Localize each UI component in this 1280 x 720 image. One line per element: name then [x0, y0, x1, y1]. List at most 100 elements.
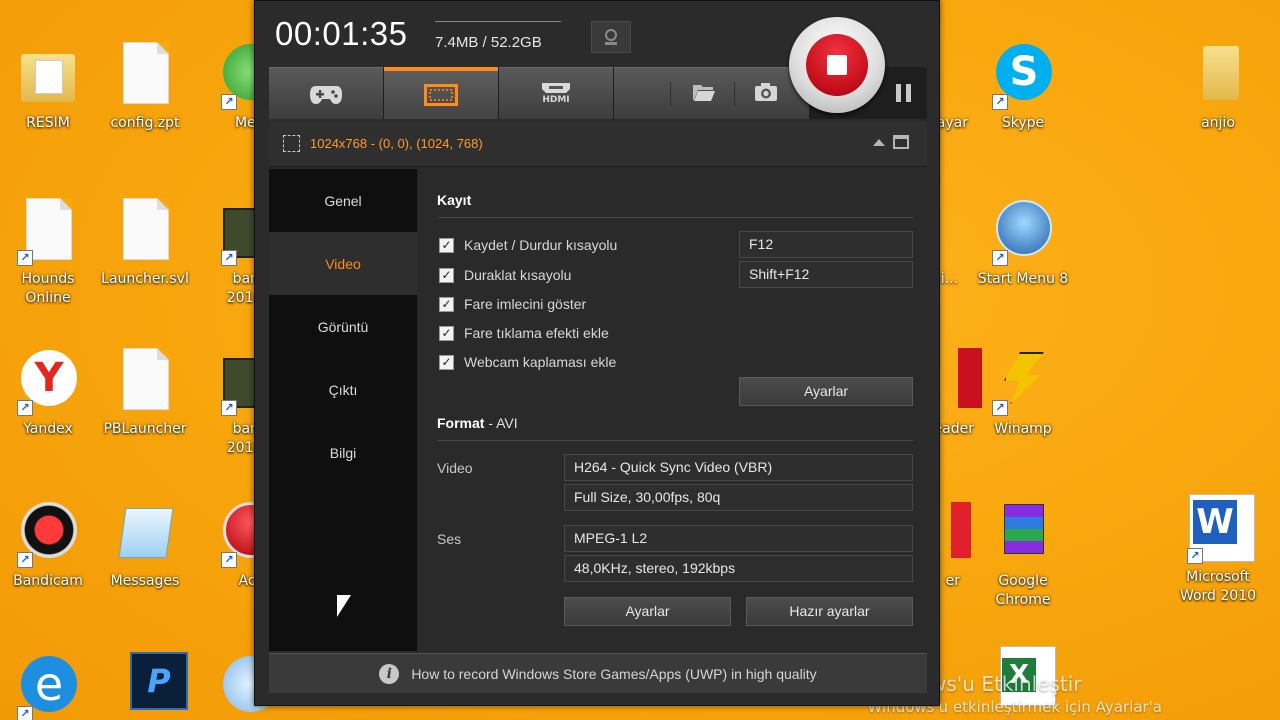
skype-icon: S ↗ — [990, 40, 1056, 110]
option-label: Fare imlecini göster — [464, 296, 587, 312]
option-show-cursor[interactable]: ✓ Fare imlecini göster — [439, 296, 586, 312]
region-controls — [873, 135, 909, 149]
option-label: Duraklat kısayolu — [464, 267, 572, 283]
folder-icon — [15, 40, 81, 110]
checkbox-checked-icon[interactable]: ✓ — [439, 237, 454, 253]
file-icon — [112, 346, 178, 416]
file-icon — [112, 40, 178, 110]
desktop-icon-label: RESIM — [26, 115, 70, 131]
divider — [437, 217, 913, 218]
desktop-icon-label: Start Menu 8 — [977, 271, 1069, 287]
desktop-icon-ie[interactable]: e ↗ — [0, 652, 96, 720]
folder-icon — [1185, 40, 1251, 110]
video-settings-panel: Kayıt ✓ Kaydet / Durdur kısayolu F12 ✓ D… — [437, 169, 913, 651]
settings-body: Genel Video Görüntü Çıktı Bilgi Kayıt ✓ … — [269, 169, 927, 651]
desktop-icon-label: Skype — [1001, 115, 1045, 131]
winrar-icon — [990, 498, 1056, 568]
recording-timer: 00:01:35 — [275, 15, 408, 52]
desktop-icon-hounds-online[interactable]: ↗ Hounds Online — [0, 196, 96, 308]
desktop-icon-config[interactable]: config.zpt — [97, 40, 193, 133]
checkbox-checked-icon[interactable]: ✓ — [439, 296, 454, 312]
yandex-icon: Y ↗ — [15, 346, 81, 416]
audio-label: Ses — [437, 531, 462, 547]
desktop-icon-label: anjio — [1201, 115, 1235, 131]
webcam-button[interactable] — [591, 21, 631, 53]
desktop-icon-word[interactable]: W ↗ Microsoft Word 2010 — [1170, 494, 1266, 606]
desktop-icon-label: Messages — [110, 573, 180, 589]
record-settings-button[interactable]: Ayarlar — [739, 377, 913, 406]
webcam-icon — [605, 29, 617, 45]
audio-params-field[interactable]: 48,0KHz, stereo, 192kbps — [564, 555, 913, 582]
internet-explorer-icon: e ↗ — [15, 652, 81, 720]
divider — [437, 440, 913, 441]
desktop-icon-google-chrome[interactable]: Google Chrome — [975, 498, 1071, 610]
bandicam-window: 00:01:35 7.4MB / 52.2GB HDMI 1024x768 - … — [254, 0, 940, 706]
desktop-icon-photoshop[interactable]: P — [97, 652, 193, 720]
desktop-icon-skype[interactable]: S ↗ Skype — [975, 40, 1071, 133]
hdmi-label: HDMI — [542, 95, 570, 105]
checkbox-checked-icon[interactable]: ✓ — [439, 325, 454, 341]
collapse-icon[interactable] — [873, 138, 885, 146]
pause-hotkey-field[interactable]: Shift+F12 — [739, 261, 913, 288]
nav-item-video[interactable]: Video — [269, 232, 417, 295]
tip-bar[interactable]: i How to record Windows Store Games/Apps… — [269, 653, 927, 693]
nav-item-cikti[interactable]: Çıktı — [269, 358, 417, 421]
checkbox-checked-icon[interactable]: ✓ — [439, 267, 454, 283]
window-restore-icon[interactable] — [893, 135, 909, 149]
camera-icon[interactable] — [754, 81, 778, 103]
tip-link[interactable]: How to record Windows Store Games/Apps (… — [411, 666, 816, 682]
nav-item-bilgi[interactable]: Bilgi — [269, 421, 417, 484]
tab-screen-mode[interactable] — [384, 67, 498, 119]
capture-region-bar: 1024x768 - (0, 0), (1024, 768) — [269, 121, 927, 167]
desktop-icon-resim[interactable]: RESIM — [0, 40, 96, 133]
option-click-effect[interactable]: ✓ Fare tıklama efekti ekle — [439, 325, 609, 341]
record-hotkey-field[interactable]: F12 — [739, 231, 913, 258]
desktop-icon-bandicam[interactable]: ↗ Bandicam — [0, 498, 96, 591]
desktop-icon-start-menu[interactable]: ↗ Start Menu 8 — [975, 196, 1071, 289]
desktop-icon-label: config.zpt — [110, 115, 180, 131]
desktop-icon-launcher[interactable]: Launcher.svl — [97, 196, 193, 289]
format-value: - AVI — [484, 415, 518, 431]
desktop-icon-label: Bandicam — [13, 573, 83, 589]
format-settings-button[interactable]: Ayarlar — [564, 597, 731, 626]
option-webcam-overlay[interactable]: ✓ Webcam kaplaması ekle — [439, 354, 616, 370]
record-stop-button[interactable] — [789, 17, 885, 113]
desktop-icon-label: Yandex — [23, 421, 73, 437]
video-codec-field[interactable]: H264 - Quick Sync Video (VBR) — [564, 454, 913, 481]
presets-button[interactable]: Hazır ayarlar — [746, 597, 913, 626]
desktop-icon-label: Microsoft Word 2010 — [1179, 569, 1257, 604]
file-size-readout: 7.4MB / 52.2GB — [435, 34, 542, 51]
region-select-icon[interactable] — [283, 135, 300, 152]
desktop-icon-label: Google Chrome — [995, 573, 1051, 608]
winamp-icon: ↗ — [990, 346, 1056, 416]
desktop-icon-winamp[interactable]: ↗ Winamp — [975, 346, 1071, 439]
desktop-icon-yandex[interactable]: Y ↗ Yandex — [0, 346, 96, 439]
pause-icon — [896, 84, 911, 102]
audio-codec-field[interactable]: MPEG-1 L2 — [564, 525, 913, 552]
record-section-title: Kayıt — [437, 192, 472, 208]
desktop-icon-messages[interactable]: Messages — [97, 498, 193, 591]
settings-nav: Genel Video Görüntü Çıktı Bilgi — [269, 169, 417, 651]
file-icon: ↗ — [15, 196, 81, 266]
video-params-field[interactable]: Full Size, 30,00fps, 80q — [564, 484, 913, 511]
tab-hdmi-mode[interactable]: HDMI — [499, 67, 613, 119]
mouse-cursor-icon — [337, 595, 351, 617]
tab-game-mode[interactable] — [269, 67, 383, 119]
option-record-hotkey[interactable]: ✓ Kaydet / Durdur kısayolu — [439, 237, 617, 253]
format-section-title: Format - AVI — [437, 415, 518, 431]
word-icon: W ↗ — [1185, 494, 1255, 564]
nav-item-goruntu[interactable]: Görüntü — [269, 295, 417, 358]
desktop-icon-pblauncher[interactable]: PBLauncher — [97, 346, 193, 439]
bandicam-icon: ↗ — [15, 498, 81, 568]
folder-open-icon[interactable] — [692, 81, 716, 103]
photoshop-icon: P — [112, 652, 188, 720]
option-label: Kaydet / Durdur kısayolu — [464, 237, 618, 253]
windows-orb-icon: ↗ — [990, 196, 1056, 266]
format-title: Format — [437, 415, 485, 431]
desktop-icon-anjio[interactable]: anjio — [1170, 40, 1266, 133]
capture-region-text: 1024x768 - (0, 0), (1024, 768) — [310, 136, 483, 151]
option-pause-hotkey[interactable]: ✓ Duraklat kısayolu — [439, 267, 571, 283]
nav-item-genel[interactable]: Genel — [269, 169, 417, 232]
shortcut-arrow-icon: ↗ — [17, 250, 33, 266]
checkbox-checked-icon[interactable]: ✓ — [439, 354, 454, 370]
